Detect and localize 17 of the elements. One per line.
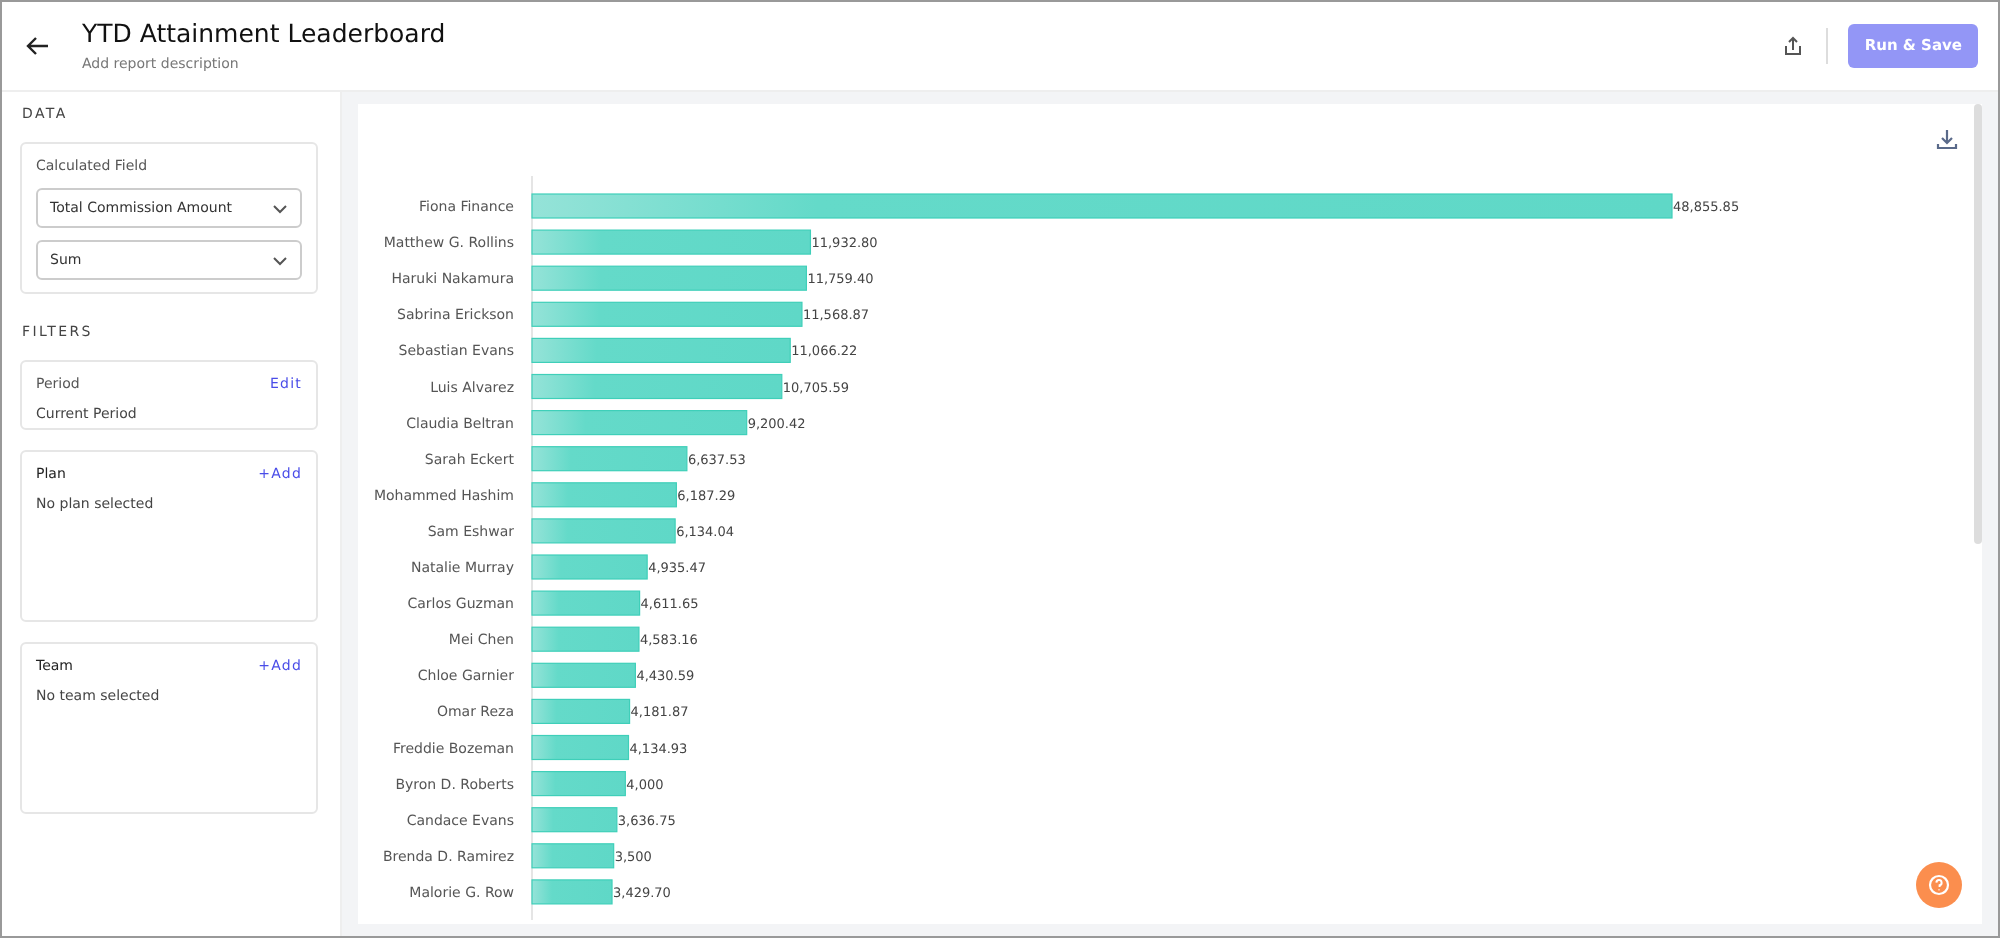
report-title: YTD Attainment Leaderboard	[82, 17, 446, 48]
bar	[531, 771, 626, 797]
bar	[531, 879, 613, 905]
download-icon[interactable]	[1936, 128, 1958, 150]
bar	[531, 590, 641, 616]
share-icon[interactable]	[1784, 36, 1803, 56]
chevron-icon	[272, 203, 288, 213]
bar	[531, 843, 615, 869]
bar	[531, 554, 648, 580]
bar	[531, 734, 630, 761]
help-icon	[1928, 874, 1950, 896]
bar	[531, 698, 631, 724]
back-arrow-icon[interactable]	[26, 36, 50, 56]
bar	[531, 662, 636, 688]
bar	[531, 626, 640, 652]
chevron-icon	[272, 255, 288, 265]
bar	[531, 807, 618, 833]
